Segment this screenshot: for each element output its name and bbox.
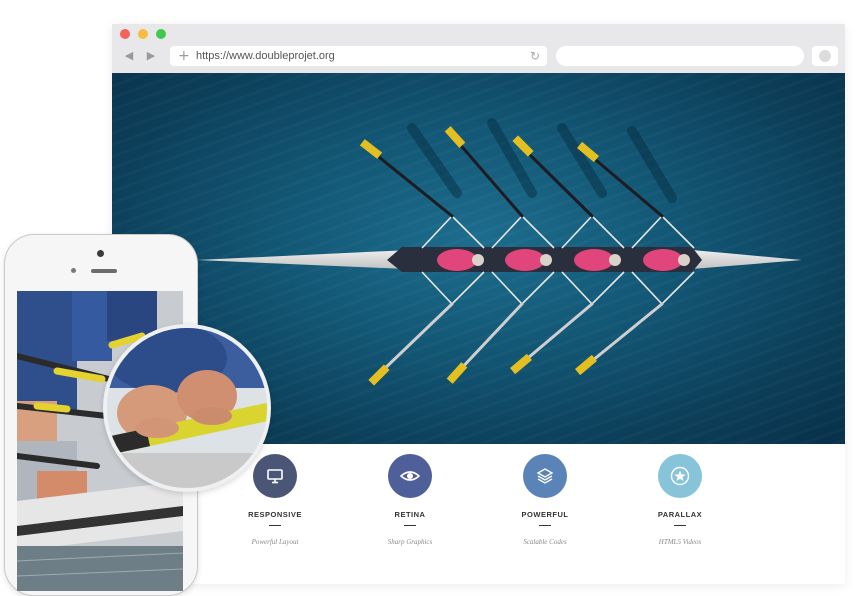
feature-title: POWERFUL	[521, 510, 569, 519]
address-bar[interactable]: + https://www.doubleprojet.org ↻	[170, 46, 547, 66]
zoom-bubble-image	[103, 324, 271, 492]
eye-icon	[400, 471, 420, 481]
phone-speaker	[91, 269, 117, 273]
search-bar[interactable]	[556, 46, 804, 66]
feature-subtitle: Sharp Graphics	[387, 538, 433, 546]
forward-arrow-icon[interactable]: ▶	[142, 47, 160, 65]
feature-parallax: PARALLAX HTML5 Videos	[620, 444, 740, 546]
feature-icon-circle	[253, 454, 297, 498]
feature-title: RESPONSIVE	[248, 510, 302, 519]
feature-retina: RETINA Sharp Graphics	[350, 444, 470, 546]
feature-powerful: POWERFUL Scalable Codes	[485, 444, 605, 546]
url-text: https://www.doubleprojet.org	[196, 50, 335, 62]
feature-icon-circle	[388, 454, 432, 498]
maximize-window-button[interactable]	[156, 29, 166, 39]
feature-subtitle: Powerful Layout	[251, 538, 299, 546]
phone-camera	[97, 250, 104, 257]
monitor-icon	[267, 469, 283, 484]
plus-icon[interactable]: +	[178, 46, 190, 66]
feature-title: PARALLAX	[657, 510, 703, 519]
feature-subtitle: HTML5 Videos	[658, 538, 702, 546]
feature-divider	[269, 525, 281, 526]
feature-icon-circle	[523, 454, 567, 498]
extension-button[interactable]	[812, 46, 838, 66]
feature-icon-circle	[658, 454, 702, 498]
phone-sensor	[71, 268, 76, 273]
feature-divider	[674, 525, 686, 526]
feature-title: RETINA	[394, 510, 426, 519]
feature-subtitle: Scalable Codes	[523, 538, 567, 546]
browser-toolbar: ◀ ▶ + https://www.doubleprojet.org ↻	[112, 24, 845, 73]
extension-icon	[819, 50, 831, 62]
hands-on-oar-illustration	[107, 328, 267, 488]
minimize-window-button[interactable]	[138, 29, 148, 39]
close-window-button[interactable]	[120, 29, 130, 39]
reload-icon[interactable]: ↻	[530, 46, 540, 66]
back-arrow-icon[interactable]: ◀	[120, 47, 138, 65]
browser-window: ◀ ▶ + https://www.doubleprojet.org ↻ RES…	[112, 24, 845, 584]
star-icon	[670, 466, 690, 486]
layers-icon	[536, 468, 554, 484]
feature-divider	[539, 525, 551, 526]
feature-divider	[404, 525, 416, 526]
